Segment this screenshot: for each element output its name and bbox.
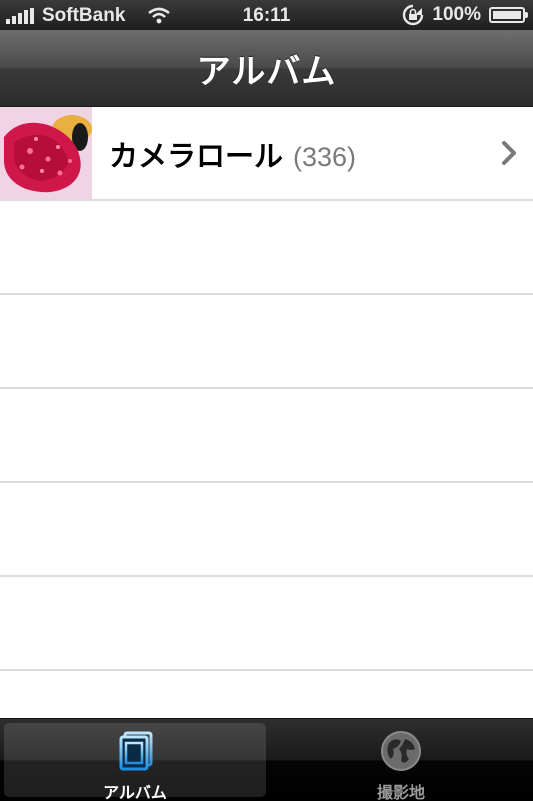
tab-places[interactable]: 撮影地 xyxy=(270,723,532,802)
tab-places-label: 撮影地 xyxy=(376,783,425,802)
empty-row xyxy=(0,483,533,577)
tab-albums[interactable]: アルバム xyxy=(4,723,266,802)
empty-row xyxy=(0,389,533,483)
album-list: カメラロール (336) xyxy=(0,107,533,671)
album-thumbnail xyxy=(0,107,92,199)
album-label: カメラロール (336) xyxy=(109,133,356,175)
album-count: (336) xyxy=(293,142,357,172)
status-bar: SoftBank 16:11 100% xyxy=(0,0,533,30)
chevron-right-icon xyxy=(502,141,516,165)
tab-albums-label: アルバム xyxy=(103,783,167,802)
navigation-bar: アルバム xyxy=(0,30,533,107)
thumbnail-image xyxy=(0,107,92,199)
status-right: 100% xyxy=(402,4,528,26)
album-name: カメラロール xyxy=(109,139,284,173)
album-row-camera-roll[interactable]: カメラロール (336) xyxy=(0,107,533,201)
battery-icon xyxy=(489,7,528,23)
tab-bar: アルバム 撮影地 xyxy=(0,718,533,802)
empty-row xyxy=(0,295,533,389)
battery-percentage: 100% xyxy=(432,4,481,25)
rotation-lock-icon xyxy=(403,4,424,26)
albums-icon xyxy=(119,731,153,771)
empty-row xyxy=(0,577,533,671)
empty-row xyxy=(0,201,533,295)
page-title: アルバム xyxy=(196,52,337,92)
globe-icon xyxy=(381,731,421,771)
